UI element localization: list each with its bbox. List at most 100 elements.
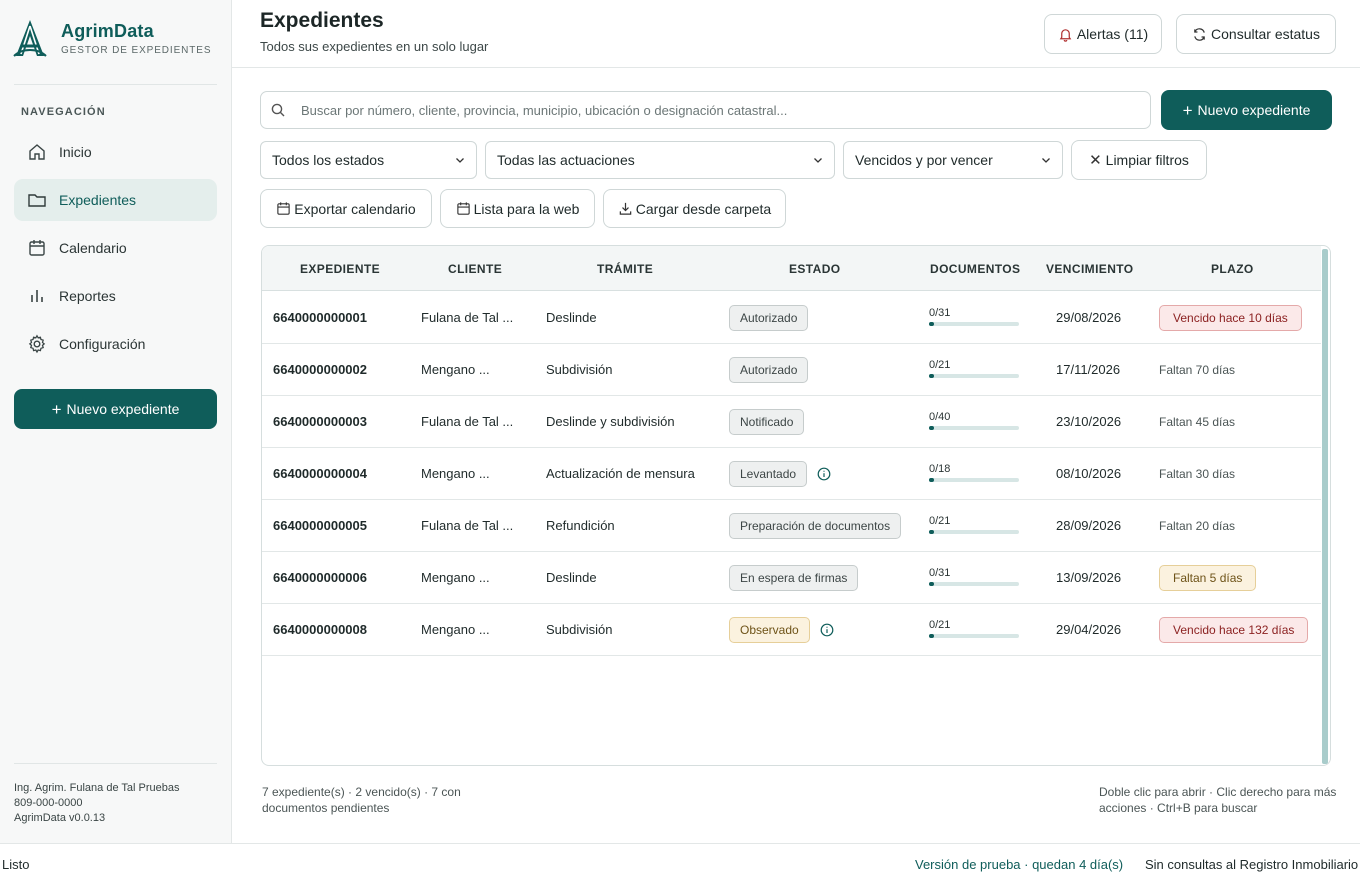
due-date: 13/09/2026 [1056,570,1122,585]
refresh-icon [1194,27,1205,41]
info-icon[interactable] [817,467,831,481]
sidebar-item-reportes[interactable]: Reportes [14,275,217,317]
search-input[interactable] [301,102,1150,118]
deadline-badge: Faltan 70 días [1159,362,1236,377]
client-name: Fulana de Tal ... [421,518,514,533]
documents-progress-bar [929,529,1019,534]
documents-count: 0/21 [929,618,951,631]
deadline-badge: Faltan 45 días [1159,414,1236,429]
deadline-cell: Faltan 45 días [1159,396,1235,447]
column-header-documentos[interactable]: DOCUMENTOS [930,262,1020,276]
column-header-estado[interactable]: ESTADO [789,262,841,276]
sidebar: AgrimData GESTOR DE EXPEDIENTES NAVEGACI… [0,0,232,843]
expediente-number: 6640000000008 [273,622,367,637]
table-scrollbar[interactable] [1322,249,1328,764]
sidebar-item-label: Calendario [59,240,127,256]
status-badge: Notificado [729,408,805,435]
estado-cell: Levantado [729,448,831,499]
registry-status: Sin consultas al Registro Inmobiliario [1145,857,1359,872]
check-status-button[interactable]: Consultar estatus [1176,14,1336,54]
due-date: 23/10/2026 [1056,414,1122,429]
client-name: Mengano ... [421,622,490,637]
documents-count: 0/21 [929,358,951,371]
documents-cell: 0/31 [929,292,1019,343]
brand: AgrimData GESTOR DE EXPEDIENTES [12,18,211,58]
nav-heading: NAVEGACIÓN [21,106,106,118]
documents-progress: 0/18 [929,462,1019,486]
documents-count: 0/40 [929,410,951,423]
documents-progress-fill [929,321,934,326]
alerts-button[interactable]: Alertas (11) [1044,14,1162,54]
status-bar: Listo Versión de prueba · quedan 4 día(s… [0,843,1360,880]
brand-subtitle: GESTOR DE EXPEDIENTES [61,44,212,56]
table-row[interactable]: 6640000000005 Fulana de Tal ... Refundició… [262,500,1321,552]
documents-progress-bar [929,321,1019,326]
client-name: Mengano ... [421,362,490,377]
table-row[interactable]: 6640000000008 Mengano ... Subdivisión Obser… [262,604,1321,656]
clear-filters-button[interactable]: ✕ Limpiar filtros [1071,140,1207,180]
sidebar-item-configuracion[interactable]: Configuración [14,323,217,365]
sidebar-new-expediente-button[interactable]: + Nuevo expediente [14,389,217,429]
column-header-expediente[interactable]: EXPEDIENTE [300,262,380,276]
deadline-cell: Vencido hace 10 días [1159,292,1302,343]
estado-cell: En espera de firmas [729,552,859,603]
table-row[interactable]: 6640000000006 Mengano ... Deslinde En esper… [262,552,1321,604]
documents-count: 0/18 [929,462,951,475]
vencimiento-filter-select[interactable]: Vencidos y por vencer [843,141,1063,179]
documents-progress: 0/40 [929,410,1019,434]
info-icon[interactable] [820,623,834,637]
alerts-label: Alertas (11) [1076,26,1149,42]
page-header: Expedientes Todos sus expedientes en un … [232,0,1360,68]
table-row[interactable]: 6640000000003 Fulana de Tal ... Deslinde y… [262,396,1321,448]
gear-icon [28,334,46,354]
documents-progress-bar [929,581,1019,586]
status-text: Listo [2,857,30,872]
documents-progress: 0/31 [929,306,1019,330]
actuacion-filter-value: Todas las actuaciones [497,152,635,168]
close-icon: ✕ [1089,152,1102,169]
client-name: Mengano ... [421,466,490,481]
documents-cell: 0/21 [929,500,1019,551]
app-version: AgrimData v0.0.13 [14,812,106,824]
sidebar-item-label: Reportes [59,288,116,304]
sidebar-item-calendario[interactable]: Calendario [14,227,217,269]
estado-cell: Autorizado [729,344,809,395]
table-row[interactable]: 6640000000004 Mengano ... Actualización de… [262,448,1321,500]
due-date: 29/04/2026 [1056,622,1122,637]
sidebar-nav: Inicio Expedientes Calendario Reportes C… [14,131,217,371]
documents-count: 0/31 [929,306,951,319]
deadline-cell: Vencido hace 132 días [1159,604,1309,655]
export-calendar-button[interactable]: Exportar calendario [260,189,432,228]
deadline-cell: Faltan 5 días [1159,552,1257,603]
search-icon [271,103,285,117]
new-expediente-button[interactable]: + Nuevo expediente [1161,90,1332,130]
load-from-folder-button[interactable]: Cargar desde carpeta [603,189,786,228]
actuacion-filter-select[interactable]: Todas las actuaciones [485,141,835,179]
tramite-type: Subdivisión [546,622,613,637]
documents-progress: 0/31 [929,566,1019,590]
column-header-tramite[interactable]: TRÁMITE [597,262,653,276]
export-calendar-label: Exportar calendario [294,200,416,217]
sidebar-item-inicio[interactable]: Inicio [14,131,217,173]
calendar-icon [277,202,290,215]
status-badge: Levantado [729,460,808,487]
table-row[interactable]: 6640000000001 Fulana de Tal ... Deslinde Au… [262,292,1321,344]
column-header-vencimiento[interactable]: VENCIMIENTO [1046,262,1134,276]
table-row[interactable]: 6640000000002 Mengano ... Subdivisión Autor… [262,344,1321,396]
documents-progress-fill [929,425,934,430]
client-name: Mengano ... [421,570,490,585]
web-list-button[interactable]: Lista para la web [440,189,595,228]
trial-notice[interactable]: Versión de prueba · quedan 4 día(s) [915,857,1123,872]
sidebar-item-expedientes[interactable]: Expedientes [14,179,217,221]
column-header-cliente[interactable]: CLIENTE [448,262,502,276]
expediente-number: 6640000000003 [273,414,367,429]
due-date: 17/11/2026 [1056,362,1121,377]
page-subtitle: Todos sus expedientes en un solo lugar [260,39,489,54]
documents-progress-fill [929,477,934,482]
chevron-down-icon [814,158,822,163]
web-list-label: Lista para la web [473,200,580,217]
column-header-plazo[interactable]: PLAZO [1211,262,1254,276]
user-info: Ing. Agrim. Fulana de Tal Pruebas 809-00… [14,781,180,826]
estado-filter-select[interactable]: Todos los estados [260,141,477,179]
documents-cell: 0/31 [929,552,1019,603]
